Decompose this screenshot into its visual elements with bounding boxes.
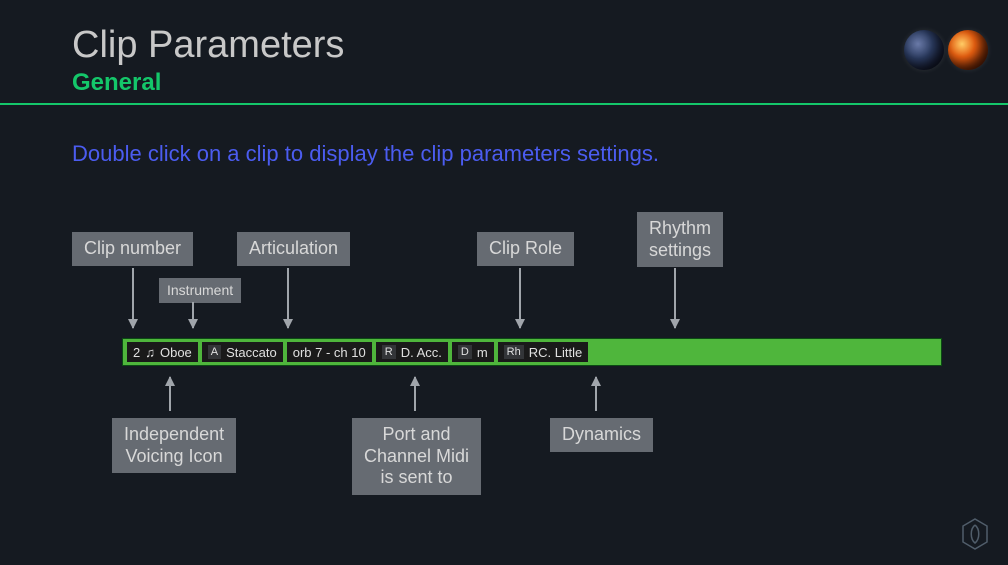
rhythm-badge: Rh [504,345,524,359]
page-title: Clip Parameters [72,24,1008,67]
label-clip-role: Clip Role [477,232,574,266]
arrow-articulation [287,268,289,328]
page-subtitle: General [72,69,1008,97]
articulation-badge: A [208,345,221,359]
label-rhythm-settings: Rhythm settings [637,212,723,267]
instruction-text: Double click on a clip to display the cl… [0,105,1008,167]
arrow-port [414,377,416,411]
arrow-clip-role [519,268,521,328]
clip-instrument-value: Oboe [160,345,192,360]
app-logo-icon [960,517,990,551]
clip-dynamics-segment[interactable]: D m [452,342,494,362]
arrow-clip-number [132,268,134,328]
arrow-dynamics [595,377,597,411]
label-instrument: Instrument [159,278,241,303]
orb-blue-icon [904,30,944,70]
dynamics-badge: D [458,345,472,359]
voicing-icon: ♫ [145,345,155,360]
clip-rhythm-segment[interactable]: Rh RC. Little [498,342,589,362]
label-port-channel: Port and Channel Midi is sent to [352,418,481,495]
clip-number-segment[interactable]: 2 ♫ Oboe [127,342,198,362]
arrow-rhythm [674,268,676,328]
clip-role-segment[interactable]: R D. Acc. [376,342,448,362]
logo-orbs [904,30,988,70]
clip-number-value: 2 [133,345,140,360]
arrow-instrument [192,302,194,328]
label-clip-number: Clip number [72,232,193,266]
label-articulation: Articulation [237,232,350,266]
arrow-voicing [169,377,171,411]
clip-rhythm-value: RC. Little [529,345,582,360]
clip-bar[interactable]: 2 ♫ Oboe A Staccato orb 7 - ch 10 R D. A… [122,338,942,366]
orb-red-icon [948,30,988,70]
label-independent-voicing: Independent Voicing Icon [112,418,236,473]
clip-role-value: D. Acc. [401,345,442,360]
role-badge: R [382,345,396,359]
clip-articulation-value: Staccato [226,345,277,360]
clip-port-segment[interactable]: orb 7 - ch 10 [287,342,372,362]
clip-dynamics-value: m [477,345,488,360]
diagram-area: Clip number Instrument Articulation Clip… [72,210,952,510]
clip-port-value: orb 7 - ch 10 [293,345,366,360]
clip-articulation-segment[interactable]: A Staccato [202,342,283,362]
label-dynamics: Dynamics [550,418,653,452]
